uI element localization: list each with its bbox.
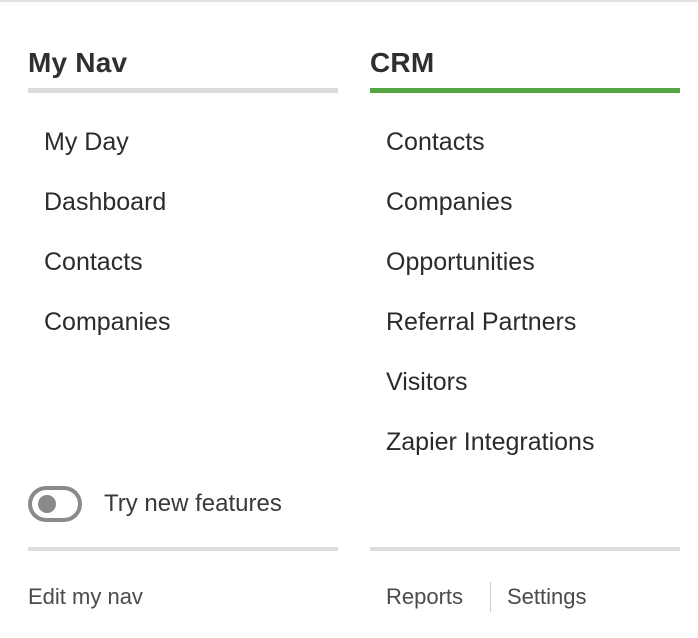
my-nav-item-my-day[interactable]: My Day (28, 115, 338, 175)
crm-column: CRM Contacts Companies Opportunities Ref… (370, 44, 680, 475)
my-nav-heading-underline (28, 88, 338, 93)
crm-item-companies[interactable]: Companies (370, 175, 680, 235)
my-nav-menu: My Day Dashboard Contacts Companies (28, 115, 338, 355)
my-nav-column: My Nav My Day Dashboard Contacts Compani… (28, 44, 338, 355)
right-footer-divider (370, 547, 680, 551)
edit-my-nav-link[interactable]: Edit my nav (28, 580, 143, 614)
toggle-knob (38, 495, 56, 513)
my-nav-item-contacts[interactable]: Contacts (28, 235, 338, 295)
top-border (0, 0, 698, 2)
crm-menu: Contacts Companies Opportunities Referra… (370, 115, 680, 475)
crm-item-zapier-integrations[interactable]: Zapier Integrations (370, 415, 680, 475)
my-nav-item-companies[interactable]: Companies (28, 295, 338, 355)
crm-item-visitors[interactable]: Visitors (370, 355, 680, 415)
settings-link[interactable]: Settings (507, 580, 587, 614)
footer-separator (490, 582, 491, 612)
crm-item-referral-partners[interactable]: Referral Partners (370, 295, 680, 355)
try-new-features-label[interactable]: Try new features (104, 490, 282, 518)
try-new-features-toggle[interactable] (28, 486, 82, 522)
crm-heading-underline-active (370, 88, 680, 93)
try-new-features-row: Try new features (28, 484, 282, 524)
my-nav-heading[interactable]: My Nav (28, 44, 338, 88)
crm-heading[interactable]: CRM (370, 44, 680, 88)
left-footer-divider (28, 547, 338, 551)
crm-item-contacts[interactable]: Contacts (370, 115, 680, 175)
my-nav-item-dashboard[interactable]: Dashboard (28, 175, 338, 235)
reports-link[interactable]: Reports (386, 580, 463, 614)
crm-item-opportunities[interactable]: Opportunities (370, 235, 680, 295)
toggle-track (32, 490, 78, 518)
